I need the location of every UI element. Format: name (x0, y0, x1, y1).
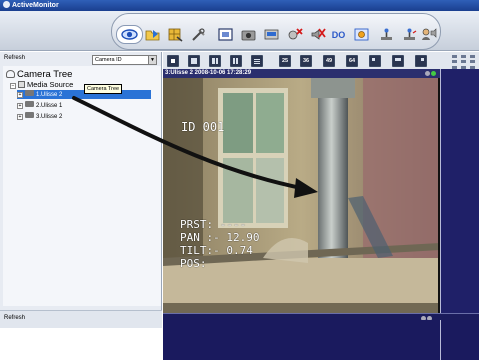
app-icon (3, 1, 10, 8)
osd-preset-row: PRST: ---- (180, 218, 247, 231)
live-view-button[interactable] (116, 25, 143, 44)
camera-icon (25, 112, 34, 118)
osd-pan-value: 12.90 (226, 231, 260, 244)
camera-select-value: Camera ID (95, 57, 122, 63)
video-channel-timestamp: 3:Ulisse 2 2008-10-06 17:28:29 (165, 70, 252, 76)
camera-3-label: 3.Ulisse 2 (36, 114, 63, 120)
snapshot-button[interactable] (238, 25, 259, 44)
ptz-control-button[interactable] (376, 25, 397, 44)
osd-tilt-label: TILT (180, 244, 207, 257)
osd-camera-id: ID 001 (181, 120, 225, 134)
lower-video-header (163, 313, 479, 321)
osd-preset-value: ---- (219, 218, 247, 231)
camera-icon (25, 90, 34, 96)
layout-16-button[interactable] (251, 55, 263, 67)
layout-64-label: 64 (348, 58, 356, 64)
osd-pos-row: POS: (180, 257, 207, 270)
folder-icon (145, 30, 160, 41)
tree-item-camera-3[interactable]: +3.Ulisse 2 (17, 112, 62, 122)
media-source-icon (18, 81, 25, 88)
camera-scene-image (163, 78, 438, 313)
chevron-down-icon[interactable]: ▼ (148, 56, 156, 64)
window-controls-icon[interactable] (421, 314, 433, 321)
alarm-off-icon (288, 28, 303, 40)
collapse-icon[interactable]: − (10, 83, 16, 89)
camera-icon (25, 101, 34, 107)
grid-config-icon (168, 28, 183, 42)
title-bar: ActiveMonitor (0, 0, 479, 11)
right-empty-panel (440, 69, 479, 315)
app-title: ActiveMonitor (12, 2, 59, 9)
tree-item-camera-2[interactable]: +2.Ulisse 1 (17, 101, 62, 111)
layout-25-label: 25 (281, 58, 289, 64)
layout-9-button[interactable] (230, 55, 242, 67)
video-feed[interactable]: ID 001 PRST: ---- PAN :- 12.90 TILT:- 0.… (163, 78, 440, 313)
layout-custom-3-button[interactable] (415, 55, 427, 67)
tooltip: Camera Tree (84, 84, 123, 94)
layout-6-button[interactable] (209, 55, 221, 67)
layout-36-label: 36 (302, 58, 310, 64)
window-icon (218, 28, 233, 41)
osd-pan-row: PAN :- 12.90 (180, 231, 260, 244)
layout-4-button[interactable] (188, 55, 200, 67)
settings-button[interactable] (351, 25, 372, 44)
layout-25-button[interactable]: 25 (279, 55, 291, 67)
tree-root-icon (6, 70, 15, 78)
tools-button[interactable] (188, 25, 209, 44)
record-button[interactable] (261, 25, 282, 44)
expand-icon[interactable]: + (17, 103, 23, 109)
wrench-icon (192, 28, 205, 41)
camera-2-label: 2.Ulisse 1 (36, 103, 63, 109)
layout-custom-2-button[interactable] (392, 55, 404, 67)
video-header: 3:Ulisse 2 2008-10-06 17:28:29 (163, 69, 440, 78)
refresh-button-top[interactable]: Refresh (4, 55, 25, 61)
osd-pos-label: POS (180, 257, 200, 270)
expand-icon[interactable]: + (17, 114, 23, 120)
joystick-remote-icon (404, 28, 417, 40)
layout-64-button[interactable]: 64 (346, 55, 358, 67)
layout-36-button[interactable]: 36 (300, 55, 312, 67)
ptz-remote-button[interactable] (399, 25, 420, 44)
tree-title-label: Camera Tree (17, 69, 73, 80)
config-button[interactable] (165, 25, 186, 44)
camera-tree-title: Camera Tree (6, 69, 72, 80)
eye-icon (121, 29, 138, 40)
osd-tilt-value: 0.74 (226, 244, 253, 257)
media-source-label: Media Source (27, 80, 74, 89)
camera-icon (241, 30, 256, 41)
user-speaker-icon (421, 28, 436, 40)
user-button[interactable] (418, 25, 438, 44)
main-toolbar: DO (111, 13, 441, 50)
camera-id-select[interactable]: Camera ID ▼ (92, 55, 157, 65)
do-icon: DO (331, 29, 346, 40)
osd-pan-label: PAN (180, 231, 200, 244)
alarm-off-button[interactable] (284, 25, 305, 44)
layout-1-button[interactable] (167, 55, 179, 67)
refresh-button-bottom[interactable]: Refresh (0, 310, 162, 328)
recorder-icon (264, 29, 279, 40)
osd-tilt-row: TILT:- 0.74 (180, 244, 253, 257)
mute-button[interactable] (307, 25, 328, 44)
osd-preset-label: PRST (180, 218, 207, 231)
layout-custom-1-button[interactable] (369, 55, 381, 67)
layout-49-button[interactable]: 49 (323, 55, 335, 67)
lower-right-panel (440, 320, 479, 360)
settings-icon (354, 28, 369, 41)
digital-output-button[interactable]: DO (328, 25, 349, 44)
fullscreen-button[interactable] (215, 25, 236, 44)
window-controls-icon[interactable] (425, 71, 437, 76)
expand-icon[interactable]: + (17, 92, 23, 98)
lower-video-panel[interactable] (163, 320, 440, 360)
camera-1-label: 1.Ulisse 2 (36, 92, 63, 98)
joystick-icon (381, 28, 392, 40)
layout-49-label: 49 (325, 58, 333, 64)
mute-icon (311, 28, 326, 40)
playback-button[interactable] (142, 25, 163, 44)
